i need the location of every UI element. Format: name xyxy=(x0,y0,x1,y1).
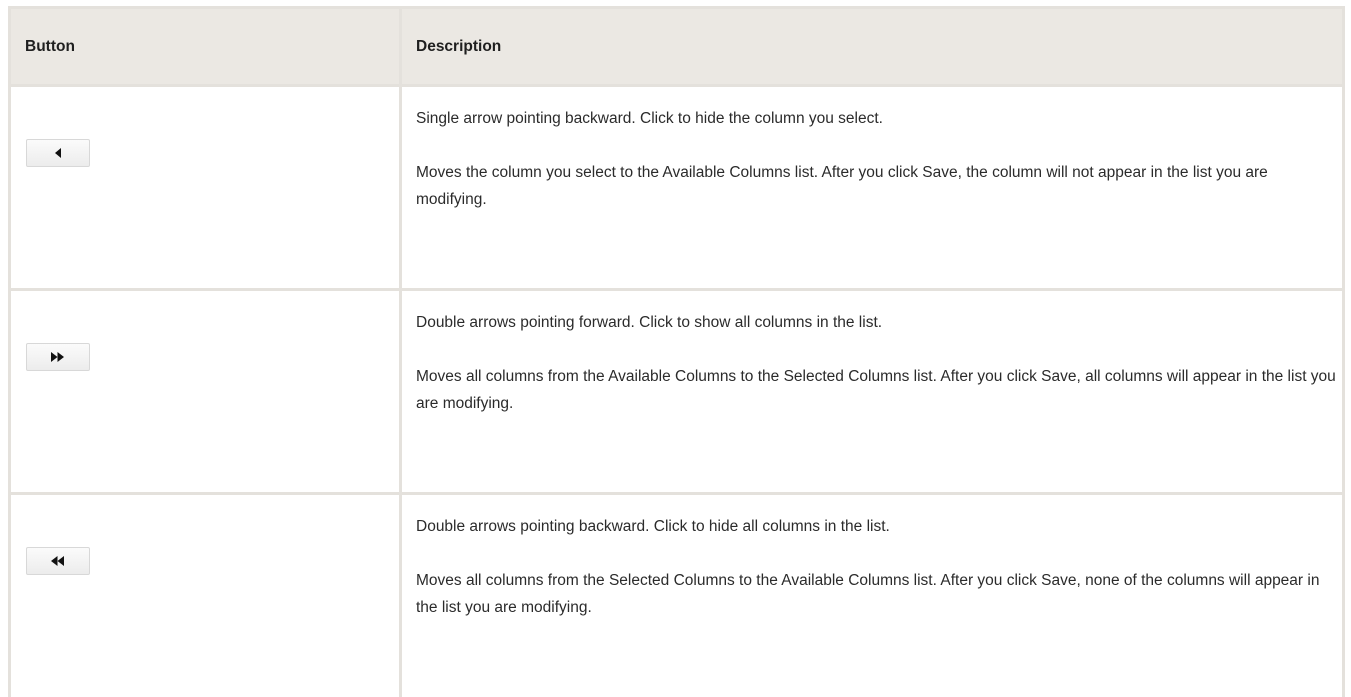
table-row: Single arrow pointing backward. Click to… xyxy=(10,86,1344,290)
header-button: Button xyxy=(10,8,401,86)
button-cell xyxy=(10,290,401,494)
button-cell xyxy=(10,494,401,697)
double-arrow-backward-icon xyxy=(51,556,65,566)
description-cell: Single arrow pointing backward. Click to… xyxy=(401,86,1344,290)
single-arrow-backward-icon xyxy=(54,148,62,158)
move-all-left-button[interactable] xyxy=(26,547,90,575)
description-detail: Moves all columns from the Selected Colu… xyxy=(416,567,1336,621)
header-description: Description xyxy=(401,8,1344,86)
button-description-table: Button Description Single arrow pointing… xyxy=(8,6,1345,697)
description-summary: Double arrows pointing backward. Click t… xyxy=(416,513,1336,540)
description-cell: Double arrows pointing backward. Click t… xyxy=(401,494,1344,697)
table-row: Double arrows pointing backward. Click t… xyxy=(10,494,1344,697)
table-header-row: Button Description xyxy=(10,8,1344,86)
description-detail: Moves all columns from the Available Col… xyxy=(416,363,1336,417)
table-row: Double arrows pointing forward. Click to… xyxy=(10,290,1344,494)
description-summary: Double arrows pointing forward. Click to… xyxy=(416,309,1336,336)
button-cell xyxy=(10,86,401,290)
description-summary: Single arrow pointing backward. Click to… xyxy=(416,105,1336,132)
double-arrow-forward-icon xyxy=(51,352,65,362)
move-left-button[interactable] xyxy=(26,139,90,167)
move-all-right-button[interactable] xyxy=(26,343,90,371)
description-cell: Double arrows pointing forward. Click to… xyxy=(401,290,1344,494)
description-detail: Moves the column you select to the Avail… xyxy=(416,159,1336,213)
